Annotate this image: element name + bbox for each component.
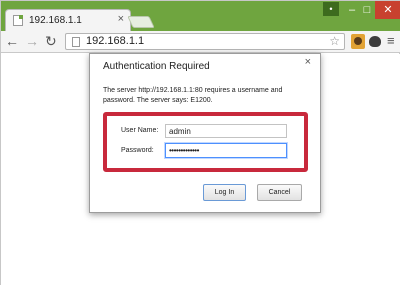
extension-icon[interactable] <box>369 36 381 47</box>
new-tab-button[interactable] <box>127 16 155 28</box>
cancel-button[interactable]: Cancel <box>257 184 302 201</box>
dialog-title: Authentication Required <box>103 61 210 72</box>
window-close-button[interactable]: ✕ <box>375 1 400 19</box>
forward-arrow-icon[interactable]: → <box>25 34 39 48</box>
reload-icon[interactable]: ↻ <box>45 33 57 49</box>
password-label: Password: <box>121 147 154 154</box>
minimize-button[interactable]: – <box>345 1 359 19</box>
username-field[interactable] <box>165 124 287 138</box>
tab-title: 192.168.1.1 <box>29 15 82 26</box>
hamburger-menu-icon[interactable]: ≡ <box>387 33 395 49</box>
tab-router[interactable]: 192.168.1.1 × <box>5 9 131 31</box>
close-icon[interactable]: × <box>118 13 124 25</box>
browser-toolbar: ← → ↻ 192.168.1.1 ☆ ≡ <box>1 31 400 53</box>
page-icon <box>72 37 80 47</box>
star-icon[interactable]: ☆ <box>329 34 340 49</box>
password-field[interactable] <box>165 143 287 158</box>
login-button[interactable]: Log In <box>203 184 246 201</box>
url-text[interactable]: 192.168.1.1 <box>86 35 144 47</box>
credentials-highlight <box>103 112 308 172</box>
tab-strip: 192.168.1.1 × • – □ ✕ <box>1 1 400 31</box>
back-arrow-icon[interactable]: ← <box>5 34 19 48</box>
extension-icon[interactable] <box>351 34 365 49</box>
browser-window: 192.168.1.1 × • – □ ✕ ← → ↻ 192.168.1.1 … <box>0 0 400 285</box>
address-bar[interactable]: 192.168.1.1 ☆ <box>65 33 345 50</box>
dialog-message: The server http://192.168.1.1:80 require… <box>103 87 283 104</box>
close-icon[interactable]: × <box>305 56 311 68</box>
profile-icon[interactable]: • <box>323 2 339 16</box>
page-icon <box>13 15 23 26</box>
username-label: User Name: <box>121 127 159 134</box>
maximize-button[interactable]: □ <box>359 1 375 19</box>
authentication-dialog: Authentication Required × The server htt… <box>89 53 321 213</box>
